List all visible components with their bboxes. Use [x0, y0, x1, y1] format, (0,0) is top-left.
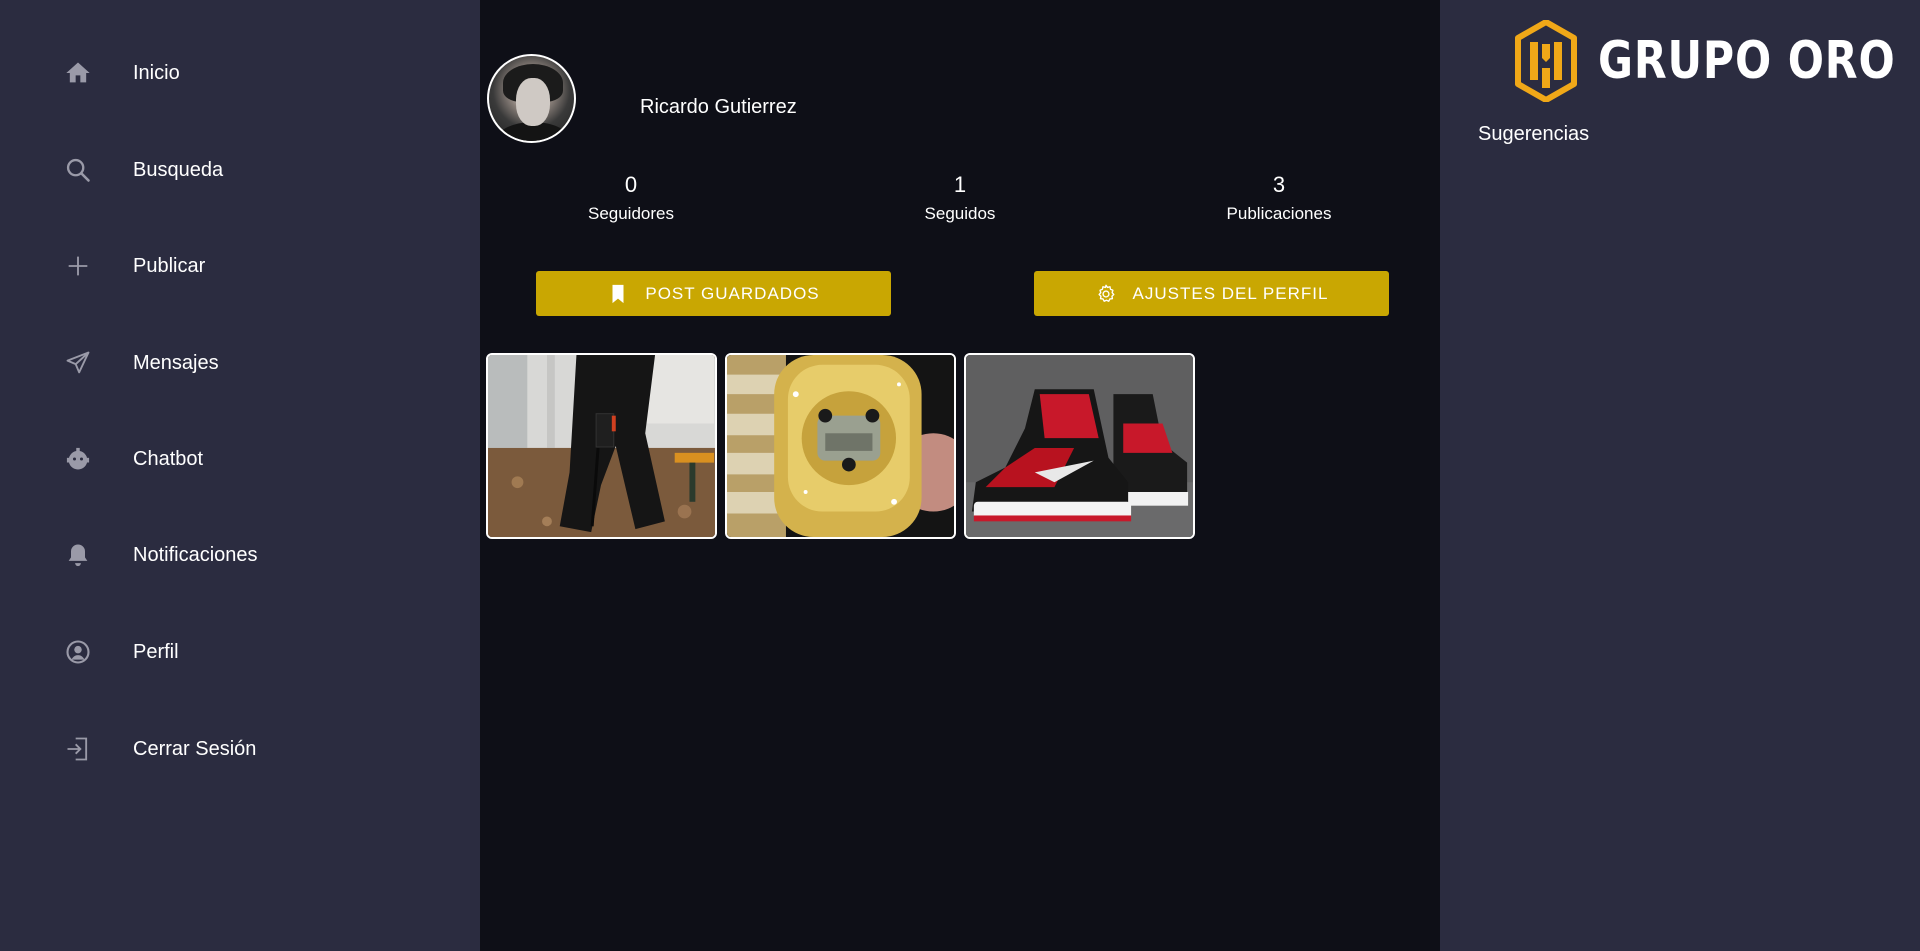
- robot-icon: [60, 441, 96, 477]
- sidebar-item-label: Publicar: [133, 254, 206, 277]
- sidebar-item-label: Perfil: [133, 640, 179, 663]
- profile-main: Ricardo Gutierrez 0 Seguidores 1 Seguido…: [480, 0, 1440, 951]
- sidebar-item-label: Chatbot: [133, 447, 204, 470]
- search-icon: [60, 152, 96, 188]
- sidebar-item-cerrar-sesion[interactable]: Cerrar Sesión: [60, 724, 420, 774]
- stat-label: Seguidos: [924, 204, 996, 223]
- sidebar-item-label: Inicio: [133, 61, 180, 84]
- send-icon: [60, 345, 96, 381]
- suggestions-title: Sugerencias: [1478, 123, 1590, 145]
- sidebar-item-label: Busqueda: [133, 158, 224, 181]
- saved-posts-label: POST GUARDADOS: [645, 283, 820, 303]
- sidebar-item-label: Notificaciones: [133, 543, 258, 566]
- post-image-sneakers: [966, 355, 1193, 537]
- sidebar-item-publicar[interactable]: Publicar: [60, 241, 420, 291]
- saved-posts-button[interactable]: POST GUARDADOS: [536, 271, 891, 316]
- sidebar-item-label: Mensajes: [133, 351, 219, 374]
- sidebar: Inicio Busqueda Publicar Mensajes Chatbo: [0, 0, 480, 951]
- stat-seguidos[interactable]: 1 Seguidos: [870, 172, 1050, 224]
- avatar[interactable]: [487, 54, 576, 143]
- post-thumbnail-1[interactable]: [486, 353, 717, 539]
- bookmark-icon: [607, 283, 629, 305]
- user-circle-icon: [60, 634, 96, 670]
- sidebar-item-perfil[interactable]: Perfil: [60, 627, 420, 677]
- sidebar-item-label: Cerrar Sesión: [133, 737, 257, 760]
- post-thumbnail-3[interactable]: [964, 353, 1195, 539]
- stat-seguidores[interactable]: 0 Seguidores: [541, 172, 721, 224]
- sidebar-item-notificaciones[interactable]: Notificaciones: [60, 530, 420, 580]
- post-image-pants: [488, 355, 715, 537]
- post-image-watch: [727, 355, 954, 537]
- sidebar-item-busqueda[interactable]: Busqueda: [60, 145, 420, 195]
- logo-text: GRUPO ORO: [1598, 31, 1896, 91]
- bell-icon: [60, 537, 96, 573]
- sidebar-item-inicio[interactable]: Inicio: [60, 48, 420, 98]
- logout-icon: [60, 731, 96, 767]
- sidebar-item-mensajes[interactable]: Mensajes: [60, 338, 420, 388]
- plus-icon: [60, 248, 96, 284]
- brand-logo[interactable]: GRUPO ORO: [1510, 20, 1920, 102]
- gear-icon: [1095, 283, 1117, 305]
- stat-value: 3: [1272, 172, 1286, 197]
- suggestions-panel: GRUPO ORO Sugerencias: [1440, 0, 1920, 951]
- stat-label: Seguidores: [587, 204, 674, 223]
- stat-label: Publicaciones: [1226, 204, 1332, 223]
- home-icon: [60, 55, 96, 91]
- oro-logo-icon: [1510, 20, 1582, 102]
- sidebar-item-chatbot[interactable]: Chatbot: [60, 434, 420, 484]
- profile-settings-button[interactable]: AJUSTES DEL PERFIL: [1034, 271, 1389, 316]
- stat-value: 1: [953, 172, 967, 197]
- post-thumbnail-2[interactable]: [725, 353, 956, 539]
- stat-value: 0: [624, 172, 638, 197]
- stat-publicaciones[interactable]: 3 Publicaciones: [1189, 172, 1369, 224]
- profile-username: Ricardo Gutierrez: [640, 96, 797, 118]
- profile-settings-label: AJUSTES DEL PERFIL: [1132, 283, 1329, 303]
